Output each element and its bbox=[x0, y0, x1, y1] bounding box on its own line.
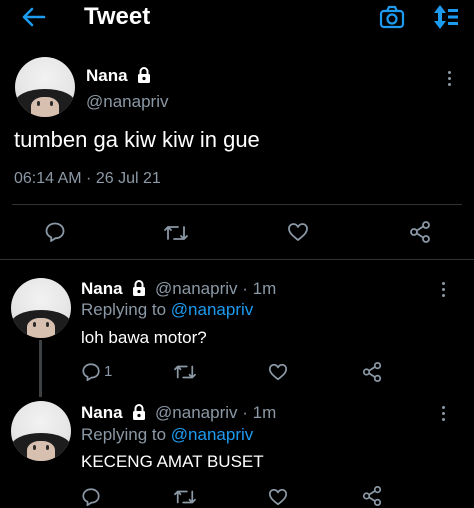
handle-time[interactable]: @nanapriv · 1m bbox=[155, 279, 276, 298]
back-arrow-icon[interactable] bbox=[20, 6, 46, 28]
replying-to-handle[interactable]: @nanapriv bbox=[171, 300, 253, 319]
reply-header: Nana @nanapriv · 1m bbox=[81, 403, 276, 425]
replying-to: Replying to @nanapriv bbox=[81, 300, 253, 320]
share-icon[interactable] bbox=[361, 361, 383, 383]
author-name[interactable]: Nana bbox=[81, 279, 123, 298]
reply-icon[interactable] bbox=[44, 221, 66, 243]
replying-to-label: Replying to bbox=[81, 300, 167, 319]
handle-time[interactable]: @nanapriv · 1m bbox=[155, 403, 276, 422]
retweet-icon[interactable] bbox=[173, 362, 197, 382]
lock-icon bbox=[132, 404, 146, 425]
author-name-row: Nana bbox=[86, 66, 151, 88]
reply-icon[interactable] bbox=[81, 487, 101, 507]
tweet-text: tumben ga kiw kiw in gue bbox=[14, 127, 260, 152]
sort-icon[interactable] bbox=[432, 3, 460, 31]
reply-icon[interactable] bbox=[81, 362, 101, 382]
top-bar: Tweet bbox=[0, 0, 474, 38]
replying-to-handle[interactable]: @nanapriv bbox=[171, 425, 253, 444]
more-options-icon[interactable] bbox=[442, 406, 446, 424]
more-options-icon[interactable] bbox=[448, 71, 452, 89]
thread-line bbox=[39, 340, 42, 397]
lock-icon bbox=[137, 67, 151, 88]
camera-icon[interactable] bbox=[379, 5, 405, 29]
lock-icon bbox=[132, 280, 146, 301]
like-icon[interactable] bbox=[287, 221, 309, 243]
divider bbox=[12, 204, 462, 205]
reply-header: Nana @nanapriv · 1m bbox=[81, 279, 276, 301]
share-icon[interactable] bbox=[361, 485, 383, 507]
avatar[interactable] bbox=[11, 401, 71, 461]
share-icon[interactable] bbox=[408, 220, 432, 244]
author-name[interactable]: Nana bbox=[86, 66, 128, 85]
retweet-icon[interactable] bbox=[163, 222, 189, 244]
like-icon[interactable] bbox=[268, 487, 288, 507]
avatar[interactable] bbox=[15, 57, 75, 117]
reply-text: loh bawa motor? bbox=[81, 328, 207, 347]
retweet-icon[interactable] bbox=[173, 487, 197, 507]
like-icon[interactable] bbox=[268, 362, 288, 382]
avatar[interactable] bbox=[11, 278, 71, 338]
reply-text: KECENG AMAT BUSET bbox=[81, 452, 264, 471]
replying-to: Replying to @nanapriv bbox=[81, 425, 253, 445]
more-options-icon[interactable] bbox=[442, 282, 446, 300]
page-title: Tweet bbox=[84, 3, 151, 30]
reply-count: 1 bbox=[104, 363, 113, 380]
tweet-timestamp: 06:14 AM · 26 Jul 21 bbox=[14, 170, 161, 187]
author-name[interactable]: Nana bbox=[81, 403, 123, 422]
divider bbox=[0, 259, 474, 260]
replying-to-label: Replying to bbox=[81, 425, 167, 444]
author-handle[interactable]: @nanapriv bbox=[86, 92, 168, 112]
